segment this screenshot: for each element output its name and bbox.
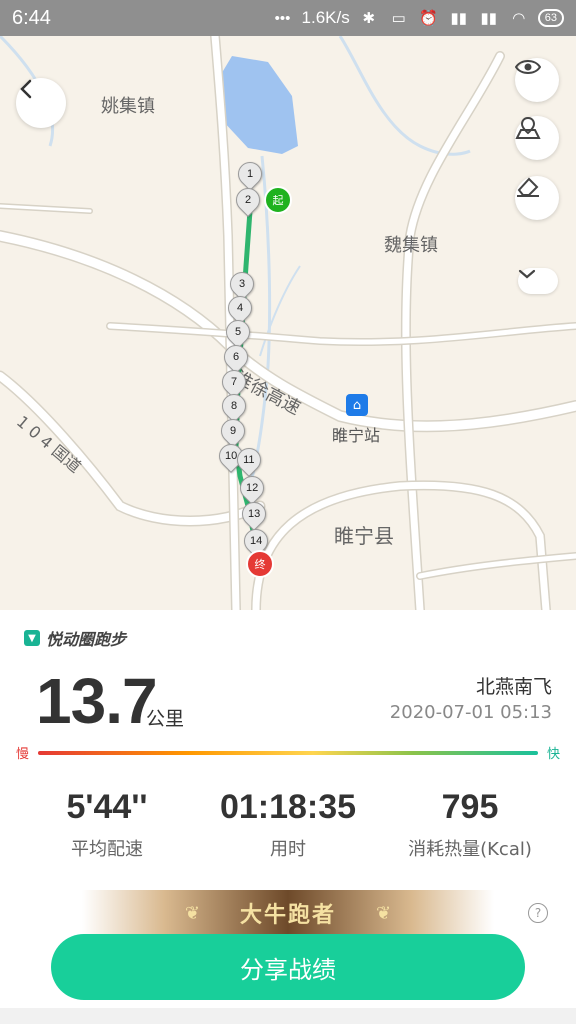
- status-time: 6:44: [12, 6, 51, 29]
- stat-value: 5'44'': [66, 788, 148, 826]
- runner-badge[interactable]: ❦ 大牛跑者 ❦: [82, 890, 494, 936]
- stat-avg-pace: 5'44'' 平均配速: [22, 788, 192, 861]
- run-datetime: 2020-07-01 05:13: [389, 702, 552, 723]
- map-style-button[interactable]: [515, 116, 559, 160]
- train-station-icon[interactable]: ⌂: [346, 394, 368, 416]
- brand-name: 悦动圈跑步: [46, 630, 127, 649]
- wheat-icon: ❦: [376, 902, 392, 924]
- signal-hd-icon: ▮▮: [480, 10, 497, 27]
- eye-icon: [515, 60, 541, 74]
- km-marker[interactable]: 2: [231, 183, 265, 218]
- run-summary-panel: ▼ 悦动圈跑步 13.7 公里 北燕南飞 2020-07-01 05:13 慢 …: [0, 610, 576, 1024]
- stat-label: 用时: [270, 839, 306, 860]
- stat-calories: 795 消耗热量(Kcal): [385, 788, 555, 861]
- eye-button[interactable]: [515, 58, 559, 102]
- distance-unit: 公里: [146, 708, 185, 730]
- bluetooth-icon: ✱: [362, 10, 376, 27]
- start-marker[interactable]: 起: [264, 186, 292, 214]
- share-button[interactable]: 分享战绩: [51, 934, 525, 1000]
- status-bar: 6:44 ••• 1.6K/s ✱ ▭ ⏰ ▮▮ ▮▮ ◠ 63: [0, 0, 576, 36]
- help-icon[interactable]: ?: [528, 903, 548, 923]
- network-speed: 1.6K/s: [301, 8, 350, 27]
- distance-value: 13.7: [36, 665, 158, 737]
- map-label-weiji: 魏集镇: [384, 235, 438, 256]
- map-label-station: 睢宁站: [332, 426, 381, 445]
- map-label-yaoji: 姚集镇: [101, 96, 155, 117]
- back-icon: [20, 79, 32, 99]
- user-name: 北燕南飞: [475, 676, 552, 698]
- badge-text: 大牛跑者: [239, 903, 336, 928]
- end-marker[interactable]: 终: [246, 550, 274, 578]
- stat-label: 平均配速: [71, 839, 143, 860]
- status-icons: ••• 1.6K/s ✱ ▭ ⏰ ▮▮ ▮▮ ◠ 63: [272, 8, 564, 28]
- km-marker[interactable]: 13: [237, 497, 271, 532]
- vibrate-icon: ▭: [391, 10, 406, 27]
- battery-icon: 63: [537, 9, 564, 27]
- wifi-icon: ◠: [512, 10, 526, 27]
- back-button[interactable]: [16, 78, 66, 128]
- brand: ▼ 悦动圈跑步: [24, 626, 126, 650]
- signal-hd-icon: ▮▮: [450, 10, 467, 27]
- collapse-controls-button[interactable]: [518, 268, 558, 294]
- stat-value: 01:18:35: [219, 788, 357, 826]
- map-canvas: [0, 36, 576, 610]
- eraser-icon: [517, 177, 539, 197]
- pace-fast-label: 快: [546, 747, 560, 762]
- route-map[interactable]: 姚集镇 魏集镇 淮徐高速 1 0 4 国道 睢宁站 睢宁县 ⌂ 1 2 3 4 …: [0, 36, 576, 610]
- bottom-strip: [0, 1008, 576, 1024]
- alarm-icon: ⏰: [419, 10, 439, 27]
- pace-slow-label: 慢: [16, 747, 30, 762]
- dots-icon: •••: [274, 9, 291, 27]
- map-label-county: 睢宁县: [334, 524, 394, 548]
- km-marker[interactable]: 11: [232, 443, 266, 478]
- chevron-down-icon: [518, 269, 536, 279]
- wheat-icon: ❦: [184, 902, 200, 924]
- stat-value: 795: [441, 788, 499, 826]
- eraser-button[interactable]: [515, 176, 559, 220]
- map-pin-icon: [515, 116, 541, 139]
- stat-label: 消耗热量(Kcal): [408, 839, 532, 860]
- brand-logo-icon: ▼: [24, 630, 40, 646]
- stat-duration: 01:18:35 用时: [203, 788, 373, 861]
- pace-gradient-bar: [38, 751, 538, 755]
